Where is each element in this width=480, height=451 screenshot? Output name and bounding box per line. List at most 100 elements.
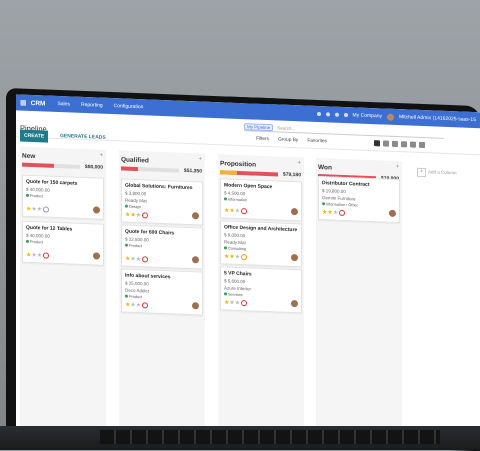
card-icons: ★★★ xyxy=(125,212,149,219)
laptop-photo: ▦ CRM Sales Reporting Configuration My C… xyxy=(0,0,480,451)
favorites-button[interactable]: Favorites xyxy=(307,139,327,145)
column-total: $79,180 xyxy=(282,171,301,179)
card-icons: ★★★ xyxy=(224,253,248,261)
card-tag: Product xyxy=(125,294,143,300)
card-title: Quote for 150 carpets xyxy=(26,178,78,187)
activity-clock-icon[interactable] xyxy=(43,252,50,259)
column-progress-bar[interactable] xyxy=(22,162,80,169)
opportunity-card[interactable]: Quote for 12 Tables $ 40,000.00 Product ★★★ xyxy=(22,220,104,266)
progress-fill xyxy=(121,166,139,172)
card-tag: Product xyxy=(125,243,142,248)
salesperson-avatar[interactable] xyxy=(291,253,298,262)
app-brand[interactable]: CRM xyxy=(31,99,46,107)
card-icons: ★★★ xyxy=(125,256,149,263)
search-input[interactable]: Search... xyxy=(277,125,295,131)
activity-clock-icon[interactable] xyxy=(241,254,248,261)
card-amount: $ 22,500.00 xyxy=(125,236,149,243)
column-total: $51,350 xyxy=(183,167,202,175)
card-tag-label: Services xyxy=(228,292,243,298)
card-tag-label: Information xyxy=(228,197,247,203)
apps-grid-icon[interactable]: ▦ xyxy=(20,99,27,107)
opportunity-card[interactable]: Global Solutions: Furnitures $ 3,800.00 Re… xyxy=(121,178,203,226)
salesperson-avatar[interactable] xyxy=(93,252,100,260)
priority-star-icon[interactable]: ★ xyxy=(333,210,338,216)
list-view-icon[interactable] xyxy=(383,140,389,147)
activity-clock-icon[interactable] xyxy=(339,209,346,217)
user-menu[interactable]: Mitchell Admin (14162025-saas-15 xyxy=(399,114,476,123)
activity-clock-icon[interactable] xyxy=(241,300,248,307)
column-header[interactable]: Qualified + $51,350 xyxy=(119,150,205,177)
card-tag-label: Product xyxy=(30,239,44,245)
company-switcher[interactable]: My Company xyxy=(353,112,382,119)
phone-icon[interactable] xyxy=(334,112,339,117)
activity-clock-icon[interactable] xyxy=(142,256,149,263)
card-title: Quote for 12 Tables xyxy=(26,224,73,233)
column-progress-bar[interactable] xyxy=(220,170,278,177)
create-button[interactable]: CREATE xyxy=(20,129,49,143)
priority-star-icon[interactable]: ★ xyxy=(136,257,141,263)
salesperson-avatar[interactable] xyxy=(192,256,199,264)
graph-view-icon[interactable] xyxy=(410,141,416,148)
add-column[interactable]: + Add a Column xyxy=(414,162,474,188)
pivot-view-icon[interactable] xyxy=(401,141,407,148)
activity-clock-icon[interactable] xyxy=(142,212,149,219)
user-avatar[interactable] xyxy=(387,113,394,121)
priority-star-icon[interactable]: ★ xyxy=(235,254,240,260)
priority-star-icon[interactable]: ★ xyxy=(37,207,42,213)
salesperson-avatar[interactable] xyxy=(192,212,199,220)
card-amount: $ 9,000.00 xyxy=(224,232,246,239)
quick-create-icon[interactable]: + xyxy=(198,156,202,162)
quick-create-icon[interactable]: + xyxy=(297,160,301,166)
salesperson-avatar[interactable] xyxy=(93,206,100,214)
activity-clock-icon[interactable] xyxy=(241,208,248,215)
priority-star-icon[interactable]: ★ xyxy=(235,208,240,214)
opportunity-card[interactable]: Modern Open Space $ 4,500.00 Information ★★… xyxy=(220,178,302,222)
opportunity-card[interactable]: 5 VP Chairs $ 5,600.00 Azure Interior Servi… xyxy=(220,266,302,314)
card-tag: Product xyxy=(26,193,43,198)
priority-star-icon[interactable]: ★ xyxy=(235,300,240,306)
card-tag-label: Product xyxy=(129,294,143,300)
menu-reporting[interactable]: Reporting xyxy=(81,102,103,109)
menu-configuration[interactable]: Configuration xyxy=(114,103,144,110)
opportunity-card[interactable]: Quote for 150 carpets $ 40,000.00 Product ★… xyxy=(22,174,104,220)
column-header[interactable]: New + $80,000 xyxy=(20,147,106,174)
card-title: Distributor Contract xyxy=(322,180,370,188)
quick-create-icon[interactable]: + xyxy=(99,153,103,159)
salesperson-avatar[interactable] xyxy=(192,302,199,310)
salesperson-avatar[interactable] xyxy=(291,207,298,216)
card-tag-label: Consulting xyxy=(228,246,246,252)
priority-star-icon[interactable]: ★ xyxy=(136,213,141,219)
chat-icon[interactable] xyxy=(325,112,330,117)
card-tag-label: Information • Other xyxy=(326,202,358,208)
opportunity-card[interactable]: Distributor Contract $ 19,800.00 Gemini Fu… xyxy=(318,175,400,224)
card-title: Quote for 600 Chairs xyxy=(125,228,175,237)
card-amount: $ 3,800.00 xyxy=(125,190,147,197)
column-title: New xyxy=(22,152,36,161)
column-header[interactable]: Proposition + $79,180 xyxy=(218,154,304,181)
opportunity-card[interactable]: Info about services $ 25,000.00 Deco Addic… xyxy=(121,268,203,316)
generate-leads-button[interactable]: GENERATE LEADS xyxy=(60,133,106,141)
opportunity-card[interactable]: Quote for 600 Chairs $ 22,500.00 Product ★★… xyxy=(121,224,203,270)
activity-clock-icon[interactable] xyxy=(142,302,149,309)
salesperson-avatar[interactable] xyxy=(389,209,396,217)
group-by-button[interactable]: Group By xyxy=(278,137,298,143)
card-icons: ★★★ xyxy=(26,206,50,213)
card-tag: Information xyxy=(224,197,247,202)
map-view-icon[interactable] xyxy=(419,141,425,149)
filters-button[interactable]: Filters xyxy=(256,137,269,143)
calendar-view-icon[interactable] xyxy=(392,140,398,148)
priority-star-icon[interactable]: ★ xyxy=(37,253,42,259)
column-progress-bar[interactable] xyxy=(121,166,179,173)
kanban-view-icon[interactable] xyxy=(374,140,380,147)
priority-star-icon[interactable]: ★ xyxy=(136,303,141,309)
column-title: Won xyxy=(318,163,332,172)
search-facet[interactable]: My Pipeline xyxy=(244,122,274,131)
card-title: 5 VP Chairs xyxy=(224,270,252,278)
salesperson-avatar[interactable] xyxy=(291,299,298,308)
quick-create-icon[interactable]: + xyxy=(395,164,399,170)
menu-sales[interactable]: Sales xyxy=(57,101,70,107)
opportunity-card[interactable]: Office Design and Architecture $ 9,000.00… xyxy=(220,220,302,268)
activity-clock-icon[interactable] xyxy=(43,206,50,213)
clock-icon[interactable] xyxy=(343,112,348,118)
bug-icon[interactable] xyxy=(316,111,321,117)
